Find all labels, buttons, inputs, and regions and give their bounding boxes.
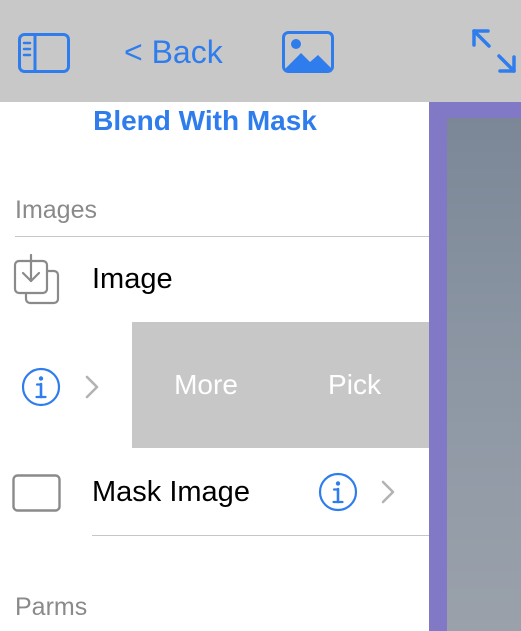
- chevron-right-icon[interactable]: [381, 480, 395, 504]
- section-header-parms: Parms: [15, 593, 88, 621]
- panel-title: Blend With Mask: [93, 105, 317, 136]
- preview-image: [447, 118, 521, 631]
- top-toolbar: < Back: [0, 0, 521, 102]
- back-button[interactable]: < Back: [124, 30, 223, 74]
- photo-icon[interactable]: [282, 31, 334, 73]
- image-input-icon: [13, 253, 61, 306]
- row-label-image[interactable]: Image: [92, 259, 173, 299]
- more-button[interactable]: More: [132, 322, 280, 448]
- divider: [92, 535, 429, 536]
- divider: [15, 236, 429, 237]
- settings-panel: Blend With Mask Images Image More Pick M…: [0, 102, 429, 631]
- swipe-actions: More Pick: [132, 322, 429, 448]
- row-label-mask-image[interactable]: Mask Image: [92, 472, 250, 512]
- expand-icon[interactable]: [471, 28, 517, 74]
- chevron-right-icon[interactable]: [85, 375, 99, 399]
- swiped-row: [0, 322, 132, 448]
- empty-image-icon: [12, 474, 61, 512]
- info-icon[interactable]: [21, 367, 61, 407]
- info-icon[interactable]: [318, 472, 358, 512]
- pick-button[interactable]: Pick: [280, 322, 429, 448]
- section-header-images: Images: [15, 196, 97, 224]
- sidebar-toggle-icon[interactable]: [18, 33, 70, 73]
